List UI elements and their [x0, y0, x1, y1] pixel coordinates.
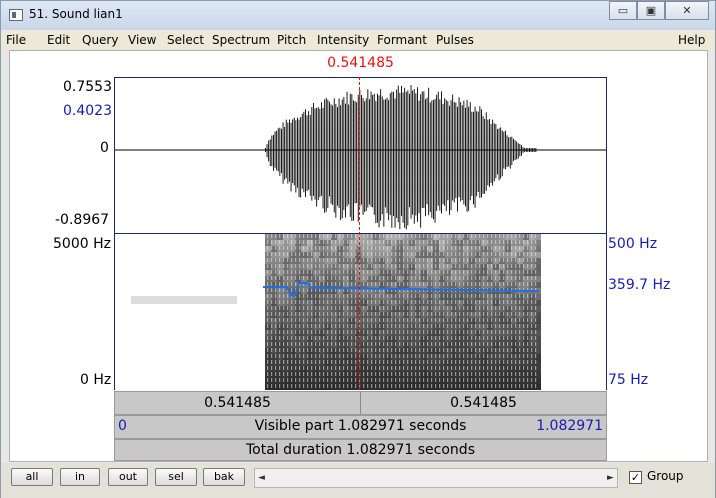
cursor-line — [359, 77, 360, 390]
spectrogram-striation — [265, 234, 537, 390]
spectrogram-freq-top-label: 5000 Hz — [53, 236, 111, 252]
waveform-max-label: 0.7553 — [63, 79, 112, 95]
menu-query[interactable]: Query — [82, 33, 118, 47]
visible-start-time: 0 — [118, 418, 127, 434]
window-icon — [9, 9, 23, 21]
menu-select[interactable]: Select — [167, 33, 204, 47]
close-button[interactable]: ✕ — [665, 1, 709, 20]
menu-formant[interactable]: Formant — [377, 33, 427, 47]
zoom-out-button[interactable]: out — [108, 468, 148, 486]
menu-view[interactable]: View — [128, 33, 156, 47]
menu-bar: File Edit Query View Select Spectrum Pit… — [1, 30, 715, 50]
spectrogram-noise-band — [131, 296, 237, 304]
menu-file[interactable]: File — [6, 33, 26, 47]
window-title: 51. Sound lian1 — [29, 7, 123, 21]
menu-spectrum[interactable]: Spectrum — [212, 33, 270, 47]
pitch-value-label: 359.7 Hz — [608, 277, 671, 293]
all-button[interactable]: all — [11, 468, 53, 486]
sound-editor-window: 51. Sound lian1 ▭ ▣ ✕ File Edit Query Vi… — [0, 0, 716, 498]
spectrogram-freq-bottom-label: 0 Hz — [80, 372, 112, 388]
waveform-upper-label: 0.4023 — [63, 103, 112, 119]
caption-buttons: ▭ ▣ ✕ — [609, 1, 709, 20]
spectrogram-svg — [131, 234, 541, 390]
total-duration-text: Total duration 1.082971 seconds — [246, 442, 475, 458]
maximize-button[interactable]: ▣ — [637, 1, 665, 20]
zoom-back-button[interactable]: bak — [203, 468, 245, 486]
zoom-selection-button[interactable]: sel — [155, 468, 197, 486]
waveform-zero-label: 0 — [100, 140, 109, 156]
selection-bar: 0.541485 0.541485 — [114, 391, 607, 415]
horizontal-scrollbar[interactable]: ◄ ► — [254, 468, 618, 488]
minimize-button[interactable]: ▭ — [609, 1, 637, 20]
menu-help[interactable]: Help — [678, 33, 705, 47]
visible-part-text: Visible part 1.082971 seconds — [254, 418, 467, 434]
visible-end-time: 1.082971 — [536, 418, 603, 434]
pitch-bottom-label: 75 Hz — [608, 372, 649, 388]
menu-edit[interactable]: Edit — [47, 33, 70, 47]
waveform-panel[interactable] — [114, 77, 607, 234]
total-duration-bar[interactable]: Total duration 1.082971 seconds — [114, 439, 607, 461]
selection-right-segment[interactable]: 0.541485 — [361, 392, 606, 414]
scroll-left-arrow-icon[interactable]: ◄ — [255, 469, 268, 487]
cursor-time-label: 0.541485 — [327, 55, 394, 71]
scroll-right-arrow-icon[interactable]: ► — [604, 469, 617, 487]
menu-pulses[interactable]: Pulses — [436, 33, 474, 47]
group-checkbox[interactable]: ✓ — [629, 471, 642, 484]
pitch-top-label: 500 Hz — [608, 236, 658, 252]
menu-pitch[interactable]: Pitch — [277, 33, 306, 47]
title-bar[interactable]: 51. Sound lian1 ▭ ▣ ✕ — [1, 1, 715, 30]
waveform-trace — [265, 85, 537, 230]
group-label: Group — [647, 469, 684, 483]
bottom-toolbar: all in out sel bak ◄ ► ✓ Group — [1, 463, 715, 498]
spectrogram-voiced-region — [265, 234, 541, 390]
menu-intensity[interactable]: Intensity — [317, 33, 369, 47]
waveform-min-label: -0.8967 — [55, 212, 110, 228]
waveform-svg — [115, 85, 606, 230]
zoom-in-button[interactable]: in — [60, 468, 100, 486]
spectrogram-panel[interactable] — [114, 234, 607, 390]
visible-part-bar[interactable]: Visible part 1.082971 seconds 0 1.082971 — [114, 415, 607, 439]
selection-left-segment[interactable]: 0.541485 — [115, 392, 360, 414]
